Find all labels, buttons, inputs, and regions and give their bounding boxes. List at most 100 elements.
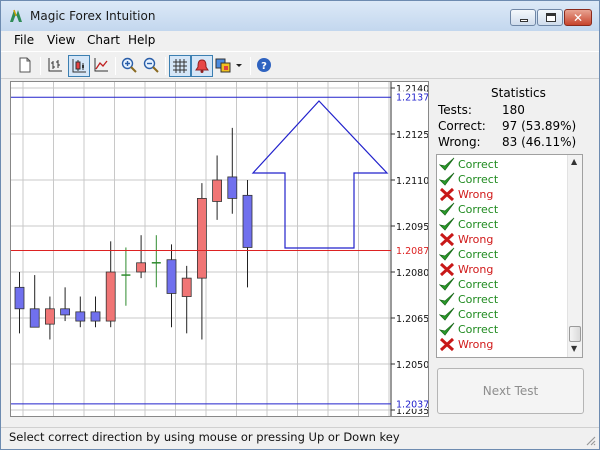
colors-button[interactable] (213, 55, 235, 77)
result-label: Correct (458, 218, 499, 231)
result-item[interactable]: Wrong (439, 262, 564, 277)
cross-icon (439, 262, 455, 277)
line-chart-button[interactable] (91, 55, 113, 77)
new-button[interactable] (15, 55, 37, 77)
result-label: Correct (458, 173, 499, 186)
menu-help[interactable]: Help (128, 33, 155, 47)
menu-chart[interactable]: Chart (87, 33, 120, 47)
zoom-in-button[interactable] (119, 55, 141, 77)
result-item[interactable]: Wrong (439, 187, 564, 202)
maximize-icon (546, 13, 556, 22)
maximize-button[interactable] (537, 9, 563, 26)
app-window: Magic Forex Intuition ✕ File View Chart … (0, 0, 600, 450)
result-item[interactable]: Correct (439, 292, 564, 307)
colors-icon (215, 58, 231, 73)
level-label: 1.2137 (396, 93, 428, 104)
cross-icon (439, 337, 455, 352)
result-item[interactable]: Correct (439, 307, 564, 322)
correct-value: 97 (53.89%) (502, 119, 577, 133)
check-icon (439, 172, 455, 186)
candle-body (90, 311, 101, 322)
level-label: 1.2037 (396, 399, 428, 410)
result-item[interactable]: Wrong (439, 232, 564, 247)
result-item[interactable]: Correct (439, 172, 564, 187)
tests-value: 180 (502, 103, 525, 117)
results-list[interactable]: Correct Correct Wrong Correct Correct Wrong Co… (436, 154, 583, 358)
toolbar-separator (250, 57, 251, 75)
candle-body (45, 308, 55, 325)
result-label: Wrong (458, 188, 494, 201)
candle-body (60, 308, 70, 316)
title-bar[interactable]: Magic Forex Intuition ✕ (1, 1, 599, 31)
close-button[interactable]: ✕ (564, 9, 592, 26)
correct-label: Correct: (438, 119, 486, 133)
minimize-button[interactable] (510, 9, 536, 26)
resize-grip-icon[interactable] (584, 434, 596, 446)
result-label: Wrong (458, 263, 494, 276)
candlestick-chart[interactable]: 1.21401.21251.21101.20951.20801.20651.20… (11, 82, 428, 416)
candle-body (14, 286, 25, 310)
result-item[interactable]: Correct (439, 202, 564, 217)
y-tick-label: 1.2125 (396, 130, 428, 141)
toolbar-separator (115, 57, 116, 75)
candle-body (105, 271, 116, 322)
grid-button[interactable] (169, 55, 191, 77)
candle-body (196, 198, 207, 279)
result-item[interactable]: Correct (439, 247, 564, 262)
result-item[interactable]: Correct (439, 157, 564, 172)
minimize-icon (520, 19, 528, 22)
check-icon (439, 307, 455, 321)
candle-body (166, 259, 177, 294)
y-tick-label: 1.2065 (396, 314, 428, 325)
results-scrollbar[interactable]: ▲ ▼ (567, 155, 582, 357)
result-item[interactable]: Wrong (439, 337, 564, 352)
cross-icon (439, 187, 455, 202)
check-icon (439, 277, 455, 291)
zoom-out-button[interactable] (141, 55, 163, 77)
level-label: 1.2087 (396, 246, 428, 257)
check-icon (439, 157, 455, 171)
status-bar: Select correct direction by using mouse … (1, 427, 599, 449)
result-item[interactable]: Correct (439, 322, 564, 337)
result-label: Wrong (458, 338, 494, 351)
toolbar: ? (1, 51, 599, 79)
grid-icon (173, 59, 187, 73)
menu-view[interactable]: View (47, 33, 75, 47)
check-icon (439, 247, 455, 261)
help-icon: ? (257, 58, 271, 72)
result-item[interactable]: Correct (439, 277, 564, 292)
colors-dropdown-button[interactable] (233, 55, 245, 77)
result-item[interactable]: Correct (439, 217, 564, 232)
check-icon (439, 292, 455, 306)
result-label: Wrong (458, 233, 494, 246)
candle-body (242, 194, 253, 248)
statistics-title: Statistics (491, 86, 546, 100)
scroll-up-icon[interactable]: ▲ (571, 157, 577, 166)
price-chart[interactable]: 1.2140 1.2125 1.2110 1.2095 1.2080 1.2065 1.20… (10, 81, 429, 417)
dropdown-icon (236, 64, 242, 67)
app-logo-icon (10, 9, 22, 22)
toolbar-separator (165, 57, 166, 75)
y-tick-label: 1.2110 (396, 176, 428, 187)
result-label: Correct (458, 158, 499, 171)
bar-chart-button[interactable] (45, 55, 67, 77)
result-label: Correct (458, 203, 499, 216)
result-label: Correct (458, 248, 499, 261)
menu-bar: File View Chart Help (1, 31, 599, 51)
wrong-value: 83 (46.11%) (502, 135, 577, 149)
scroll-thumb[interactable] (569, 326, 581, 342)
statistics-panel: Statistics Tests: 180 Correct: 97 (53.89… (434, 81, 594, 156)
bar-chart-icon (48, 58, 62, 72)
toolbar-separator (40, 57, 41, 75)
candle-body (136, 262, 146, 273)
help-button[interactable]: ? (254, 55, 276, 77)
candle-chart-icon (72, 59, 86, 73)
candle-chart-button[interactable] (68, 55, 90, 77)
menu-file[interactable]: File (14, 33, 34, 47)
window-title: Magic Forex Intuition (30, 9, 156, 23)
y-tick-label: 1.2080 (396, 268, 428, 279)
next-test-button[interactable]: Next Test (437, 368, 584, 414)
scroll-down-icon[interactable]: ▼ (571, 344, 577, 353)
alarm-button[interactable] (191, 55, 213, 77)
tests-label: Tests: (438, 103, 472, 117)
